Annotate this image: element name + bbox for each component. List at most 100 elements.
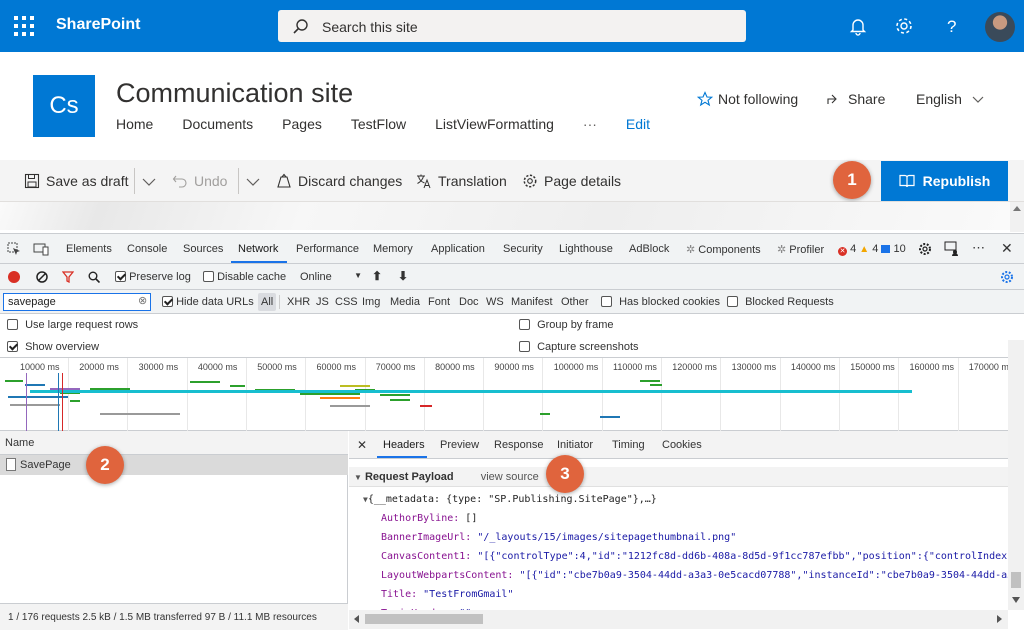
- tab-memory[interactable]: Memory: [373, 243, 413, 255]
- republish-button[interactable]: Republish: [881, 161, 1008, 201]
- request-row-savepage[interactable]: SavePage: [0, 455, 348, 475]
- scroll-right-icon[interactable]: [994, 614, 1004, 624]
- type-filter-ws[interactable]: WS: [486, 296, 504, 308]
- nav-pages[interactable]: Pages: [282, 116, 322, 132]
- record-icon[interactable]: [8, 271, 20, 283]
- type-filter-js[interactable]: JS: [316, 296, 329, 308]
- avatar[interactable]: [985, 12, 1015, 42]
- page-details-button[interactable]: Page details: [522, 173, 621, 189]
- detail-tab-response[interactable]: Response: [494, 439, 544, 451]
- inspect-icon[interactable]: [7, 242, 21, 256]
- bell-icon[interactable]: [846, 14, 870, 38]
- group-by-frame-checkbox[interactable]: Group by frame: [519, 319, 613, 331]
- tab-components[interactable]: ✲ Components: [686, 243, 761, 256]
- payload-property[interactable]: CanvasContent1: "[{"controlType":4,"id":…: [381, 551, 1019, 562]
- undo-button[interactable]: Undo: [172, 173, 227, 189]
- show-overview-checkbox[interactable]: Show overview: [7, 341, 99, 353]
- payload-property[interactable]: BannerImageUrl: "/_layouts/15/images/sit…: [381, 532, 736, 543]
- scroll-left-icon[interactable]: [352, 614, 362, 624]
- site-logo[interactable]: Cs: [33, 75, 95, 137]
- payload-horizontal-scrollbar[interactable]: [349, 610, 1008, 629]
- tab-network[interactable]: Network: [238, 243, 278, 255]
- scroll-thumb[interactable]: [365, 614, 483, 624]
- type-filter-font[interactable]: Font: [428, 296, 450, 308]
- chevron-down-icon[interactable]: [246, 177, 260, 187]
- language-dropdown[interactable]: English: [916, 91, 984, 107]
- payload-property[interactable]: AuthorByline: []: [381, 513, 477, 524]
- nav-listviewformatting[interactable]: ListViewFormatting: [435, 116, 554, 132]
- filter-input[interactable]: [3, 293, 151, 311]
- type-filter-manifest[interactable]: Manifest: [511, 296, 553, 308]
- gear-icon[interactable]: [892, 14, 916, 38]
- payload-vertical-scrollbar[interactable]: [1008, 340, 1024, 610]
- network-overview-timeline[interactable]: 10000 ms 20000 ms 30000 ms 40000 ms 50000 ms…: [0, 358, 1024, 431]
- site-title[interactable]: Communication site: [116, 78, 353, 109]
- nav-edit-link[interactable]: Edit: [626, 116, 650, 132]
- translation-button[interactable]: Translation: [416, 173, 507, 189]
- save-draft-button[interactable]: Save as draft: [24, 173, 129, 189]
- nav-testflow[interactable]: TestFlow: [351, 116, 406, 132]
- request-payload-section[interactable]: ▼ Request Payload view source: [349, 467, 1009, 487]
- disable-cache-checkbox[interactable]: Disable cache: [203, 271, 286, 283]
- payload-root[interactable]: ▼{__metadata: {type: "SP.Publishing.Site…: [363, 494, 657, 505]
- large-rows-checkbox[interactable]: Use large request rows: [7, 319, 138, 331]
- settings-gear-icon[interactable]: [918, 242, 932, 256]
- feedback-icon[interactable]: [944, 241, 960, 257]
- share-button[interactable]: Share: [826, 91, 885, 107]
- follow-button[interactable]: Not following: [696, 91, 798, 107]
- tab-console[interactable]: Console: [127, 243, 167, 255]
- filter-icon[interactable]: [62, 271, 74, 283]
- app-launcher-icon[interactable]: [14, 16, 34, 36]
- network-settings-icon[interactable]: [1000, 270, 1014, 284]
- detail-tab-timing[interactable]: Timing: [612, 439, 645, 451]
- scroll-down-icon[interactable]: [1010, 594, 1022, 606]
- chevron-down-icon[interactable]: [142, 177, 156, 187]
- detail-tab-initiator[interactable]: Initiator: [557, 439, 593, 451]
- throttling-select[interactable]: Online ▼: [300, 271, 362, 283]
- close-devtools-icon[interactable]: ✕: [1001, 240, 1013, 257]
- type-filter-css[interactable]: CSS: [335, 296, 358, 308]
- tab-elements[interactable]: Elements: [66, 243, 112, 255]
- tab-profiler[interactable]: ✲ Profiler: [777, 243, 824, 256]
- has-blocked-cookies-checkbox[interactable]: Has blocked cookies: [601, 296, 720, 308]
- nav-home[interactable]: Home: [116, 116, 153, 132]
- payload-property[interactable]: LayoutWebpartsContent: "[{"id":"cbe7b0a9…: [381, 570, 1019, 581]
- clear-filter-icon[interactable]: ⊗: [138, 294, 147, 307]
- more-options-icon[interactable]: ⋯: [972, 240, 986, 256]
- issue-counter[interactable]: ✕ 4 ▲ 4 10: [838, 243, 906, 256]
- import-har-icon[interactable]: ⬆: [372, 269, 382, 283]
- detail-tab-headers[interactable]: Headers: [383, 439, 425, 451]
- brand-name[interactable]: SharePoint: [56, 16, 140, 34]
- scroll-thumb[interactable]: [1011, 572, 1021, 588]
- blocked-requests-checkbox[interactable]: Blocked Requests: [727, 296, 834, 308]
- discard-changes-button[interactable]: Discard changes: [276, 173, 402, 189]
- nav-documents[interactable]: Documents: [182, 116, 253, 132]
- name-column-header[interactable]: Name: [0, 431, 348, 455]
- tab-adblock[interactable]: AdBlock: [629, 243, 669, 255]
- tab-performance[interactable]: Performance: [296, 243, 359, 255]
- close-detail-icon[interactable]: ✕: [357, 438, 367, 452]
- capture-screenshots-checkbox[interactable]: Capture screenshots: [519, 341, 639, 353]
- nav-more[interactable]: ···: [583, 116, 597, 132]
- payload-property[interactable]: Title: "TestFromGmail": [381, 589, 513, 600]
- clear-icon[interactable]: [36, 271, 48, 283]
- type-filter-doc[interactable]: Doc: [459, 296, 479, 308]
- detail-tab-preview[interactable]: Preview: [440, 439, 479, 451]
- type-filter-media[interactable]: Media: [390, 296, 420, 308]
- type-filter-img[interactable]: Img: [362, 296, 380, 308]
- type-filter-xhr[interactable]: XHR: [287, 296, 310, 308]
- tab-security[interactable]: Security: [503, 243, 543, 255]
- view-source-link[interactable]: view source: [481, 471, 539, 483]
- tab-sources[interactable]: Sources: [183, 243, 223, 255]
- detail-tab-cookies[interactable]: Cookies: [662, 439, 702, 451]
- help-icon[interactable]: ?: [940, 14, 964, 38]
- tab-application[interactable]: Application: [431, 243, 485, 255]
- type-filter-other[interactable]: Other: [561, 296, 589, 308]
- hide-data-urls-checkbox[interactable]: Hide data URLs: [162, 296, 254, 308]
- type-filter-all[interactable]: All: [258, 293, 277, 311]
- search-input[interactable]: Search this site: [278, 10, 746, 42]
- preserve-log-checkbox[interactable]: Preserve log: [115, 271, 191, 283]
- page-scrollbar[interactable]: [1010, 202, 1024, 232]
- tab-lighthouse[interactable]: Lighthouse: [559, 243, 613, 255]
- export-har-icon[interactable]: ⬇: [398, 269, 408, 283]
